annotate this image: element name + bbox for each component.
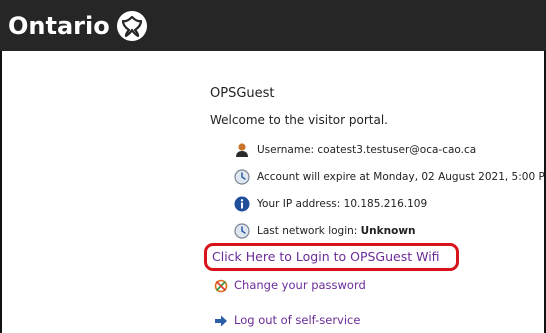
- clock-icon: [234, 169, 250, 185]
- portal-title: OPSGuest: [210, 86, 275, 101]
- info-icon: [234, 196, 250, 212]
- expiry-row: Account will expire at Monday, 02 August…: [234, 168, 546, 186]
- brand-name: Ontario: [8, 12, 110, 40]
- user-icon: [234, 142, 250, 158]
- username-text: Username: coatest3.testuser@oca-cao.ca: [257, 144, 477, 156]
- ip-address-row: Your IP address: 10.185.216.109: [234, 195, 427, 213]
- ip-address-text: Your IP address: 10.185.216.109: [257, 198, 428, 210]
- last-login-label-text: Last network login:: [257, 225, 361, 237]
- password-change-icon: [214, 278, 228, 293]
- logout-text: Log out of self-service: [234, 313, 361, 327]
- visitor-portal-window: Ontario OPSGuest Welcome to the visitor …: [0, 0, 546, 333]
- change-password-text: Change your password: [234, 278, 366, 292]
- last-login-label: Last network login: Unknown: [257, 225, 416, 237]
- last-login-row: Last network login: Unknown: [234, 222, 416, 240]
- arrow-right-icon: [214, 313, 228, 327]
- expiry-text: Account will expire at Monday, 02 August…: [257, 171, 546, 183]
- clock-icon: [234, 223, 250, 239]
- header-bar: Ontario: [0, 0, 546, 51]
- trillium-logo-icon: [116, 10, 148, 42]
- welcome-message: Welcome to the visitor portal.: [210, 113, 388, 127]
- left-divider: [0, 51, 2, 333]
- change-password-link[interactable]: Change your password: [214, 276, 366, 294]
- login-wifi-link[interactable]: Click Here to Login to OPSGuest Wifi: [212, 248, 440, 266]
- username-row: Username: coatest3.testuser@oca-cao.ca: [234, 141, 476, 159]
- last-login-value: Unknown: [360, 225, 416, 237]
- ontario-brand[interactable]: Ontario: [8, 7, 148, 45]
- logout-link[interactable]: Log out of self-service: [214, 311, 360, 329]
